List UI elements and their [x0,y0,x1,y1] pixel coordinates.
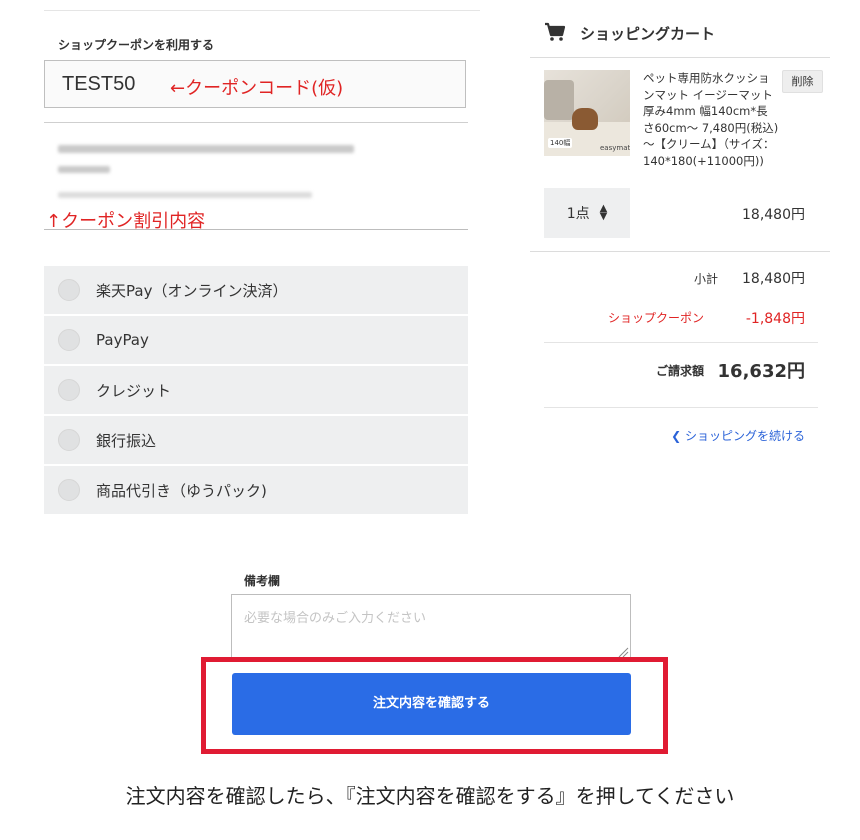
thumbnail-size-tag: 140幅 [548,138,573,148]
payment-option-label: クレジット [96,381,172,400]
payment-option-label: PayPay [96,331,149,349]
coupon-divider [44,122,468,123]
remarks-label: 備考欄 [244,574,281,588]
payment-option-paypay[interactable]: PayPay [44,316,468,366]
coupon-code-value[interactable]: TEST50 [62,73,135,96]
payment-option-label: 商品代引き（ゆうパック) [96,481,267,500]
continue-shopping-link[interactable]: ❮ ショッピングを続ける [620,427,805,444]
coupon-discount-divider [44,229,468,230]
total-label: ご請求額 [655,364,704,378]
payment-option-rakuten-pay[interactable]: 楽天Pay（オンライン決済） [44,266,468,316]
payment-option-cash-on-delivery[interactable]: 商品代引き（ゆうパック) [44,466,468,516]
top-divider [44,10,480,11]
delete-item-button[interactable]: 削除 [782,70,823,93]
shopping-cart-icon [545,22,566,41]
remarks-textarea[interactable] [231,594,631,660]
thumbnail-sofa [544,80,574,120]
radio-button[interactable] [58,379,80,401]
shop-coupon-label: ショップクーポン [607,311,704,325]
cart-items-divider [530,251,830,252]
instruction-text: 注文内容を確認したら、『注文内容を確認をする』を押してください [125,784,735,808]
continue-shopping-label: ショッピングを続ける [684,429,805,443]
total-value: 16,632円 [717,361,805,382]
totals-divider [544,342,818,343]
payment-method-list: 楽天Pay（オンライン決済） PayPay クレジット 銀行振込 商品代引き（ゆ… [44,266,468,516]
coupon-section-title: ショップクーポンを利用する [58,38,215,52]
payment-option-label: 楽天Pay（オンライン決済） [96,281,288,300]
blurred-coupon-detail-line [58,192,312,198]
radio-button[interactable] [58,429,80,451]
chevron-left-icon: ❮ [671,429,685,443]
subtotal-value: 18,480円 [742,271,805,287]
product-name[interactable]: ペット専用防水クッションマット イージーマット 厚み4mm 幅140cm*長さ6… [643,70,779,169]
blurred-coupon-detail-line [58,166,110,173]
cart-title: ショッピングカート [580,25,716,43]
payment-option-credit[interactable]: クレジット [44,366,468,416]
payment-option-bank-transfer[interactable]: 銀行振込 [44,416,468,466]
item-line-price: 18,480円 [742,207,805,223]
product-thumbnail[interactable]: 140幅 easymat [544,70,630,156]
radio-button[interactable] [58,279,80,301]
thumbnail-brand-logo: easymat [600,144,630,152]
radio-button[interactable] [58,329,80,351]
quantity-value: 1点 [566,206,590,222]
confirm-order-button[interactable]: 注文内容を確認する [232,673,631,735]
blurred-coupon-detail-line [58,145,354,153]
totals-bottom-divider [544,407,818,408]
quantity-select[interactable]: 1点 ▲ ▼ [544,188,630,238]
coupon-code-annotation: ←クーポンコード(仮) [170,78,344,99]
payment-option-label: 銀行振込 [96,431,157,450]
thumbnail-dog [572,108,598,130]
radio-button[interactable] [58,479,80,501]
shop-coupon-value: -1,848円 [745,311,805,327]
up-down-arrows-icon: ▲ ▼ [599,203,608,222]
subtotal-label: 小計 [693,272,718,286]
cart-header-divider [530,57,830,58]
